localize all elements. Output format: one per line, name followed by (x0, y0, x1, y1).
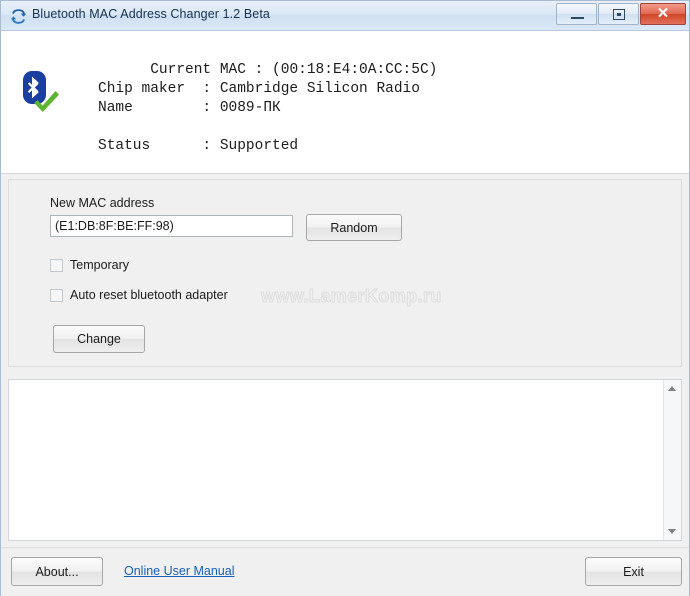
exit-button[interactable]: Exit (585, 557, 682, 586)
adapter-info-panel: Current MAC : (00:18:E4:0A:CC:5C) Chip m… (1, 31, 689, 174)
auto-reset-checkbox-row[interactable]: Auto reset bluetooth adapter (50, 288, 228, 302)
bluetooth-supported-icon (15, 67, 63, 115)
about-button[interactable]: About... (11, 557, 103, 586)
online-user-manual-link[interactable]: Online User Manual (124, 564, 234, 578)
window-title: Bluetooth MAC Address Changer 1.2 Beta (32, 7, 270, 21)
log-textarea[interactable] (9, 380, 664, 540)
adapter-info-status: Status : Supported (98, 138, 299, 154)
arrow-up-icon (668, 386, 676, 391)
window-controls: ✕ (556, 3, 686, 25)
adapter-info-text: Current MAC : (00:18:E4:0A:CC:5C) Chip m… (98, 42, 437, 175)
scroll-up-button[interactable] (664, 380, 681, 397)
bluetooth-refresh-icon (10, 8, 27, 25)
temporary-checkbox[interactable] (50, 258, 63, 272)
app-window: Bluetooth MAC Address Changer 1.2 Beta ✕ (0, 0, 690, 596)
title-bar: Bluetooth MAC Address Changer 1.2 Beta ✕ (1, 1, 689, 31)
adapter-info-main: Current MAC : (00:18:E4:0A:CC:5C) Chip m… (98, 62, 438, 116)
minimize-icon (571, 17, 584, 19)
scroll-down-button[interactable] (664, 523, 681, 540)
arrow-down-icon (668, 529, 676, 534)
auto-reset-label: Auto reset bluetooth adapter (70, 288, 228, 302)
temporary-label: Temporary (70, 258, 130, 272)
close-icon: ✕ (656, 5, 670, 22)
random-button[interactable]: Random (306, 214, 402, 241)
log-scrollbar[interactable] (663, 380, 681, 540)
temporary-checkbox-row[interactable]: Temporary (50, 258, 129, 272)
minimize-button[interactable] (556, 3, 597, 25)
maximize-icon (613, 9, 625, 20)
new-mac-form-panel: New MAC address Random Temporary Auto re… (8, 179, 682, 367)
new-mac-label: New MAC address (50, 196, 155, 210)
new-mac-input[interactable] (50, 215, 293, 237)
change-button[interactable]: Change (53, 325, 145, 353)
maximize-button[interactable] (598, 3, 639, 25)
close-button[interactable]: ✕ (640, 3, 686, 25)
footer-bar: About... Online User Manual Exit (1, 547, 689, 596)
site-watermark: www.LamerKomp.ru (261, 286, 442, 307)
auto-reset-checkbox[interactable] (50, 288, 63, 302)
log-output-panel (8, 379, 682, 541)
